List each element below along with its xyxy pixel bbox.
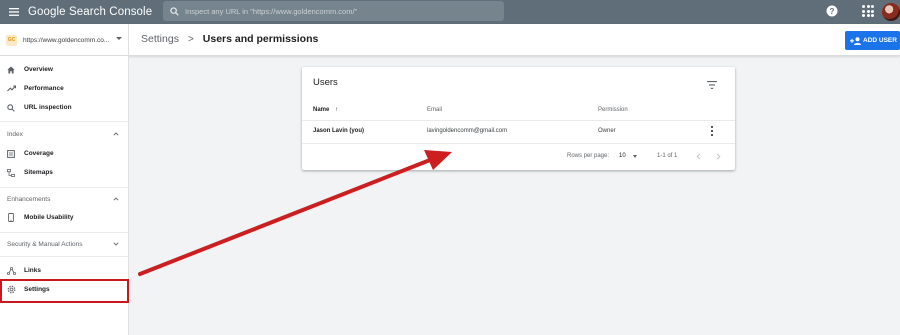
sidebar-item-mobile-usability[interactable]: Mobile Usability [0, 208, 129, 227]
section-header-security[interactable]: Security & Manual Actions [0, 236, 129, 252]
property-url: https://www.goldencomm.co... [23, 36, 110, 44]
divider [0, 121, 129, 122]
menu-icon[interactable] [2, 0, 26, 24]
chevron-down-icon[interactable] [633, 155, 637, 158]
user-email: lavingoldencomm@gmail.com [427, 128, 508, 134]
column-header-name[interactable]: Name ↑ [313, 107, 338, 113]
chevron-up-icon [113, 197, 119, 201]
sidebar-item-overview[interactable]: Overview [0, 60, 129, 79]
add-user-label: ADD USER [863, 37, 897, 44]
section-label: Security & Manual Actions [7, 240, 83, 248]
coverage-icon [6, 149, 16, 159]
apps-grid-icon[interactable] [862, 5, 874, 17]
users-card: Users Name ↑ Email Permission Jason Lavi… [302, 67, 735, 170]
prev-page-icon[interactable] [693, 151, 703, 161]
rows-per-page-select[interactable]: 10 [619, 153, 626, 159]
column-name-label: Name [313, 107, 330, 113]
settings-highlight-box [0, 279, 129, 303]
divider [0, 256, 129, 257]
rows-per-page-label: Rows per page: [567, 153, 610, 159]
property-logo: GC [6, 34, 17, 46]
search-icon [6, 103, 16, 113]
sidebar-item-label: Sitemaps [24, 169, 53, 176]
sort-arrow-icon: ↑ [335, 107, 339, 113]
filter-icon[interactable] [707, 76, 717, 89]
sidebar-item-label: URL inspection [24, 104, 72, 111]
next-page-icon[interactable] [713, 151, 723, 161]
divider [302, 120, 735, 121]
sidebar-item-label: Coverage [24, 150, 54, 157]
sidebar-item-url-inspection[interactable]: URL inspection [0, 98, 129, 117]
divider [0, 187, 129, 188]
home-icon [6, 65, 16, 75]
user-permission: Owner [598, 128, 616, 134]
breadcrumb-separator: > [187, 33, 194, 45]
section-label: Index [7, 130, 23, 138]
sidebar-item-links[interactable]: Links [0, 261, 129, 280]
chevron-up-icon [113, 132, 119, 136]
page-header: GC https://www.goldencomm.co... Settings… [0, 24, 900, 56]
sitemap-icon [6, 168, 16, 178]
breadcrumb: Settings > Users and permissions [141, 33, 318, 45]
app-brand[interactable]: Google Search Console [28, 6, 152, 18]
links-icon [6, 266, 16, 276]
sidebar-item-label: Overview [24, 66, 53, 73]
help-icon[interactable]: ? [826, 4, 840, 18]
sidebar-item-performance[interactable]: Performance [0, 79, 129, 98]
chevron-down-icon [113, 242, 119, 246]
sidebar-item-label: Performance [24, 85, 64, 92]
section-header-index[interactable]: Index [0, 126, 129, 142]
sidebar-item-label: Links [24, 267, 41, 274]
url-inspect-input[interactable] [185, 6, 485, 16]
add-user-button[interactable]: ADD USER [845, 31, 900, 50]
phone-icon [6, 213, 16, 223]
trending-up-icon [6, 84, 16, 94]
column-header-email: Email [427, 107, 443, 113]
page-title: Users and permissions [202, 33, 319, 45]
account-avatar[interactable] [882, 3, 900, 21]
sidebar-item-coverage[interactable]: Coverage [0, 144, 129, 163]
chevron-down-icon [116, 37, 122, 40]
section-header-enhancements[interactable]: Enhancements [0, 191, 129, 207]
sidebar-item-label: Mobile Usability [24, 214, 74, 221]
sidebar-item-sitemaps[interactable]: Sitemaps [0, 163, 129, 182]
top-app-bar: Google Search Console ? [0, 0, 900, 24]
property-selector[interactable]: GC https://www.goldencomm.co... [0, 24, 129, 56]
divider [302, 143, 735, 144]
pagination-range: 1-1 of 1 [657, 153, 678, 159]
divider [0, 232, 129, 233]
breadcrumb-settings[interactable]: Settings [141, 33, 179, 45]
user-name: Jason Lavin (you) [313, 128, 365, 134]
card-title: Users [313, 77, 338, 88]
more-vert-icon[interactable] [710, 126, 714, 136]
svg-text:?: ? [830, 7, 835, 16]
url-inspect-search[interactable] [163, 1, 504, 21]
search-icon [163, 6, 185, 16]
section-label: Enhancements [7, 195, 51, 203]
person-add-icon [847, 36, 863, 45]
column-header-permission: Permission [598, 107, 628, 113]
